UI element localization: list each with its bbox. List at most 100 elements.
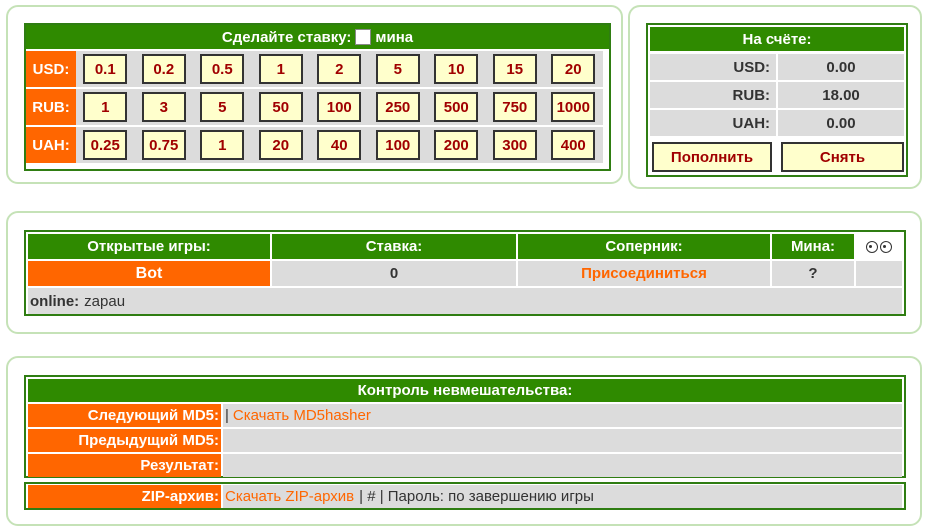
games-panel: Открытые игры: Ставка: Соперник: Мина: B… (6, 211, 922, 334)
bet-cell: 20 (544, 51, 603, 87)
bet-button[interactable]: 15 (492, 54, 537, 84)
separator: | (225, 407, 229, 424)
bet-button[interactable]: 1 (200, 130, 245, 160)
control-header: Контроль невмешательства: (28, 379, 902, 402)
balance-currency: UAH: (650, 110, 777, 136)
bet-button[interactable]: 100 (375, 130, 420, 160)
bet-cell: 0.75 (134, 127, 193, 163)
bet-button[interactable]: 250 (375, 92, 420, 122)
online-users: zapau (84, 292, 126, 310)
bet-button[interactable]: 0.2 (141, 54, 186, 84)
bet-cell: 1 (193, 127, 252, 163)
online-label: online: (30, 292, 80, 310)
bet-cell: 0.2 (134, 51, 193, 87)
download-md5hasher-link[interactable]: Скачать MD5hasher (233, 407, 371, 424)
deposit-button[interactable]: Пополнить (652, 142, 772, 172)
bet-cell: 20 (251, 127, 310, 163)
header-bet: Ставка: (272, 234, 516, 259)
download-zip-link[interactable]: Скачать ZIP-архив (225, 488, 354, 505)
bet-row-uah: UAH: 0.25 0.75 1 20 40 100 200 300 400 (26, 127, 603, 163)
bet-button[interactable]: 20 (258, 130, 303, 160)
bet-row-rub: RUB: 1 3 5 50 100 250 500 750 1000 (26, 89, 603, 125)
header-eyes (856, 234, 902, 259)
bet-button[interactable]: 1 (83, 92, 128, 122)
bet-cell: 15 (485, 51, 544, 87)
bet-button[interactable]: 750 (492, 92, 537, 122)
bet-cell: 250 (368, 89, 427, 125)
next-md5-value: | Скачать MD5hasher (223, 404, 902, 427)
bet-button[interactable]: 0.25 (83, 130, 128, 160)
bet-cell: 10 (427, 51, 486, 87)
bet-button[interactable]: 400 (551, 130, 596, 160)
bet-cell: 40 (310, 127, 369, 163)
bet-cell: 400 (544, 127, 603, 163)
mine-checkbox[interactable] (355, 29, 372, 45)
withdraw-button[interactable]: Снять (781, 142, 904, 172)
bet-button[interactable]: 20 (551, 54, 596, 84)
control-table: Контроль невмешательства: Следующий MD5:… (24, 375, 906, 478)
bet-row-usd: USD: 0.1 0.2 0.5 1 2 5 10 15 20 (26, 51, 603, 87)
bet-button[interactable]: 40 (317, 130, 362, 160)
bet-button[interactable]: 5 (200, 92, 245, 122)
bet-panel: Сделайте ставку: мина USD: 0.1 0.2 0.5 1 2 5 10… (6, 5, 623, 184)
bet-grid: Сделайте ставку: мина USD: 0.1 0.2 0.5 1 2 5 10… (24, 23, 611, 171)
bet-button[interactable]: 500 (434, 92, 479, 122)
bet-button[interactable]: 1 (258, 54, 303, 84)
bet-cell: 300 (485, 127, 544, 163)
bet-cell: 1000 (544, 89, 603, 125)
balance-row-usd: USD: 0.00 (650, 54, 904, 82)
bet-button[interactable]: 5 (375, 54, 420, 84)
balance-currency: RUB: (650, 82, 777, 108)
balance-grid: На счёте: USD: 0.00 RUB: 18.00 UAH: 0.00… (646, 23, 908, 177)
next-md5-label: Следующий MD5: (28, 404, 221, 427)
zip-value: Скачать ZIP-архив | # | Пароль: по завер… (223, 485, 902, 508)
bet-button[interactable]: 10 (434, 54, 479, 84)
bet-cell: 0.25 (76, 127, 135, 163)
bet-button[interactable]: 0.1 (83, 54, 128, 84)
online-bar: online: zapau (28, 288, 902, 314)
result-value (223, 454, 902, 477)
balance-row-uah: UAH: 0.00 (650, 110, 904, 138)
bet-cell: 750 (485, 89, 544, 125)
bet-cell: 2 (310, 51, 369, 87)
game-eyes-cell (856, 261, 902, 286)
bet-currency-label: USD: (26, 51, 76, 87)
bet-button[interactable]: 100 (317, 92, 362, 122)
bet-cell: 1 (76, 89, 135, 125)
bet-button[interactable]: 3 (141, 92, 186, 122)
bet-currency-label: RUB: (26, 89, 76, 125)
bet-panel-title: Сделайте ставку: (221, 28, 352, 46)
games-table: Открытые игры: Ставка: Соперник: Мина: B… (24, 230, 906, 316)
result-label: Результат: (28, 454, 221, 477)
eye-icon (880, 240, 892, 253)
bet-button[interactable]: 2 (317, 54, 362, 84)
prev-md5-label: Предыдущий MD5: (28, 429, 221, 452)
next-md5-row: Следующий MD5: | Скачать MD5hasher (28, 404, 902, 427)
eye-icon (866, 240, 878, 253)
zip-table: ZIP-архив: Скачать ZIP-архив | # | Парол… (24, 482, 906, 510)
game-player: Bot (28, 261, 270, 286)
game-mine: ? (772, 261, 854, 286)
bet-button[interactable]: 0.5 (200, 54, 245, 84)
bet-cell: 5 (193, 89, 252, 125)
balance-panel: На счёте: USD: 0.00 RUB: 18.00 UAH: 0.00… (628, 5, 922, 189)
bet-button[interactable]: 50 (258, 92, 303, 122)
balance-header: На счёте: (650, 27, 904, 51)
bet-cell: 100 (310, 89, 369, 125)
zip-row: ZIP-архив: Скачать ZIP-архив | # | Парол… (28, 485, 902, 508)
bet-cell: 200 (427, 127, 486, 163)
zip-label: ZIP-архив: (28, 485, 221, 508)
join-game-link[interactable]: Присоединиться (518, 261, 770, 286)
bet-currency-label: UAH: (26, 127, 76, 163)
bet-cell: 500 (427, 89, 486, 125)
result-row: Результат: (28, 454, 902, 477)
mine-label: мина (375, 28, 414, 46)
bet-button[interactable]: 1000 (551, 92, 596, 122)
bet-button[interactable]: 200 (434, 130, 479, 160)
balance-amount: 0.00 (778, 54, 904, 80)
bet-button[interactable]: 300 (492, 130, 537, 160)
bet-button[interactable]: 0.75 (141, 130, 186, 160)
zip-password-note: | # | Пароль: по завершению игры (359, 488, 594, 505)
game-bet: 0 (272, 261, 516, 286)
bet-cell: 1 (251, 51, 310, 87)
